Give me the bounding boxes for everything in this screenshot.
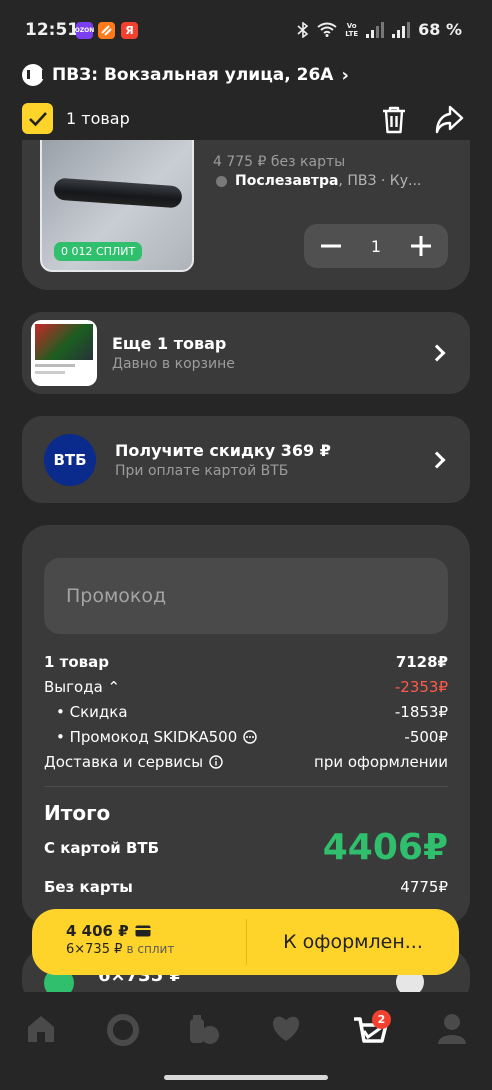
catalog-icon[interactable] bbox=[187, 1013, 221, 1045]
cart-count-badge: 2 bbox=[372, 1010, 391, 1029]
card-icon bbox=[134, 925, 151, 937]
summary-discount-row: • Скидка -1853₽ bbox=[56, 703, 448, 721]
chevron-right-icon: › bbox=[341, 64, 349, 86]
more-items-title: Еще 1 товар bbox=[112, 334, 227, 353]
chevron-right-icon bbox=[428, 451, 446, 468]
alice-assistant-icon[interactable] bbox=[106, 1013, 140, 1047]
summary-delivery-row: Доставка и сервисы при оформлении bbox=[44, 753, 448, 771]
plus-icon[interactable] bbox=[411, 236, 431, 256]
total-vtb-value: 4406₽ bbox=[322, 827, 448, 868]
more-options-icon[interactable] bbox=[243, 730, 257, 744]
favorites-heart-icon[interactable] bbox=[270, 1013, 302, 1043]
checkout-price: 4 406 ₽ bbox=[66, 922, 129, 940]
chevron-right-icon bbox=[428, 344, 446, 362]
more-items-row[interactable]: Еще 1 товар Давно в корзине bbox=[22, 312, 470, 394]
promo-code-input[interactable] bbox=[44, 558, 448, 634]
home-icon[interactable] bbox=[25, 1013, 57, 1045]
select-all-checkbox[interactable] bbox=[22, 103, 53, 134]
more-items-subtitle: Давно в корзине bbox=[112, 356, 235, 372]
vtb-offer-title: Получите скидку 369 ₽ bbox=[115, 440, 331, 460]
price-without-card: 4 775 ₽ без карты bbox=[213, 154, 346, 170]
signal-icon-2 bbox=[392, 21, 411, 38]
checkmark-icon bbox=[28, 111, 47, 126]
info-icon[interactable] bbox=[209, 755, 223, 769]
split-tag: 0 012 СПЛИТ bbox=[54, 242, 143, 261]
profile-icon[interactable] bbox=[437, 1013, 467, 1045]
wifi-icon bbox=[317, 22, 337, 37]
summary-promo-row: • Промокод SKIDKA500 -500₽ bbox=[56, 728, 448, 746]
checkout-price-block: 4 406 ₽ 6×735 ₽ в сплит bbox=[66, 922, 175, 957]
orange-app-notification-icon bbox=[98, 22, 115, 39]
split-price: 6×735 ₽ bbox=[66, 942, 123, 957]
total-vtb-row: С картой ВТБ 4406₽ bbox=[44, 827, 448, 868]
total-nocard-row: Без карты 4775₽ bbox=[44, 878, 448, 896]
quantity-value: 1 bbox=[370, 236, 382, 256]
summary-items-row: 1 товар 7128₽ bbox=[44, 653, 448, 671]
tv-thumbnail bbox=[31, 320, 97, 386]
vtb-offer-subtitle: При оплате картой ВТБ bbox=[115, 462, 289, 479]
signal-icon-1 bbox=[366, 21, 385, 38]
product-image[interactable]: 0 012 СПЛИТ bbox=[40, 140, 194, 272]
trash-icon[interactable] bbox=[380, 105, 408, 135]
yandex-notification-icon: Я bbox=[121, 22, 138, 39]
quantity-stepper[interactable]: 1 bbox=[304, 224, 448, 268]
checkout-bar: 4 406 ₽ 6×735 ₽ в сплит К оформлен... bbox=[32, 909, 459, 975]
summary-divider bbox=[44, 786, 448, 787]
checkout-button[interactable]: К оформлен... bbox=[247, 909, 459, 975]
pickup-address: ПВЗ: Вокзальная улица, 26А bbox=[52, 65, 334, 85]
share-icon[interactable] bbox=[433, 104, 465, 136]
market-logo-icon bbox=[22, 64, 45, 86]
selected-count: 1 товар bbox=[66, 109, 130, 128]
delivery-info: Послезавтра, ПВЗ · Ку... bbox=[216, 173, 421, 189]
network-type: Vo LTE bbox=[345, 21, 359, 38]
summary-benefit-row[interactable]: Выгода ⌃ -2353₽ bbox=[44, 678, 448, 696]
status-time: 12:51 bbox=[25, 20, 80, 40]
home-indicator bbox=[164, 1075, 328, 1080]
soundbar-shape bbox=[53, 177, 183, 209]
total-title: Итого bbox=[44, 801, 111, 825]
pickup-point-selector[interactable]: ПВЗ: Вокзальная улица, 26А › bbox=[22, 64, 349, 86]
status-dot-icon bbox=[216, 175, 227, 187]
battery-level: 68 % bbox=[418, 20, 462, 39]
status-icons: Vo LTE 68 % bbox=[297, 20, 462, 39]
select-all-row[interactable]: 1 товар bbox=[22, 103, 130, 134]
minus-icon[interactable] bbox=[321, 244, 341, 248]
ozon-notification-icon: OZON bbox=[75, 22, 94, 39]
bluetooth-icon bbox=[297, 21, 309, 38]
vtb-offer-row[interactable]: ВТБ Получите скидку 369 ₽ При оплате кар… bbox=[22, 416, 470, 503]
vtb-logo-icon: ВТБ bbox=[44, 433, 96, 486]
